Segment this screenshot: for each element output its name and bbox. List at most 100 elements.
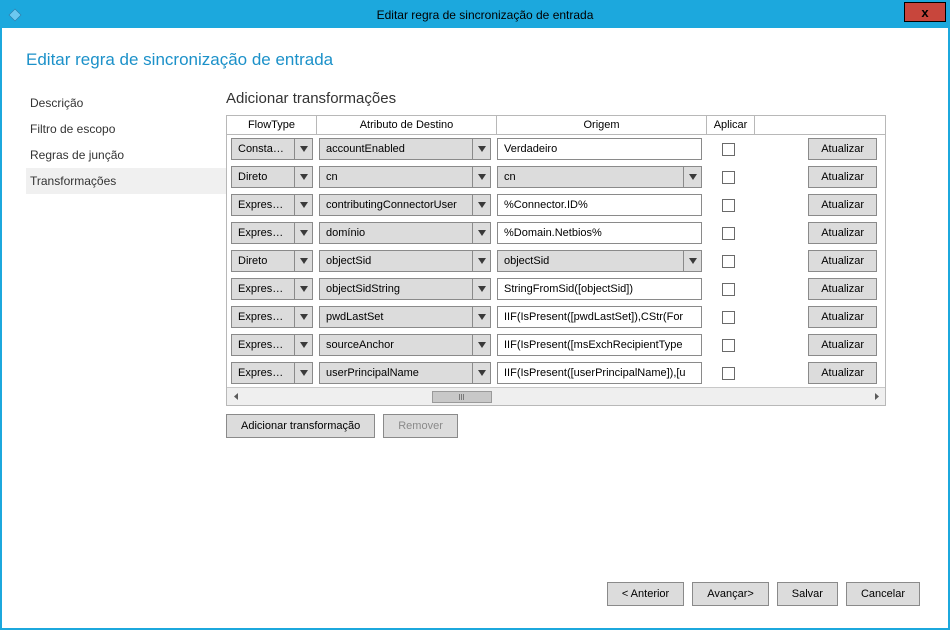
scroll-track[interactable] [245, 388, 867, 405]
table-row: Expressão pwdLastSet IIF(IsPresent([pwdLas… [227, 303, 885, 331]
horizontal-scrollbar[interactable] [227, 387, 885, 405]
update-button[interactable]: Atualizar [808, 166, 877, 188]
attribute-select[interactable]: accountEnabled [319, 138, 491, 160]
attribute-select[interactable]: contributingConnectorUser [319, 194, 491, 216]
update-button[interactable]: Atualizar [808, 334, 877, 356]
scroll-left-arrow[interactable] [227, 388, 245, 405]
grid-body: Constante accountEnabled Verdadeiro Atualiz… [227, 135, 885, 387]
flowtype-value: Direto [232, 171, 294, 183]
apply-checkbox[interactable] [722, 227, 735, 240]
attribute-value: objectSid [320, 255, 472, 267]
table-row: Direto objectSid objectSid Atualizar [227, 247, 885, 275]
action-cell: Atualizar [754, 138, 881, 160]
apply-checkbox-wrap [708, 227, 748, 240]
origin-select[interactable]: objectSid [497, 250, 702, 272]
apply-checkbox[interactable] [722, 171, 735, 184]
action-cell: Atualizar [754, 278, 881, 300]
origin-input[interactable]: Verdadeiro [497, 138, 702, 160]
sidebar-item-join-rules[interactable]: Regras de junção [26, 142, 226, 168]
update-button[interactable]: Atualizar [808, 138, 877, 160]
flowtype-select[interactable]: Expressão [231, 334, 313, 356]
close-icon: x [921, 5, 928, 20]
attribute-select[interactable]: pwdLastSet [319, 306, 491, 328]
chevron-down-icon [294, 139, 312, 159]
flowtype-select[interactable]: Expressão [231, 306, 313, 328]
flowtype-value: Expressão [232, 367, 294, 379]
previous-button[interactable]: < Anterior [607, 582, 684, 606]
flowtype-value: Expressão [232, 339, 294, 351]
sidebar-item-transformations[interactable]: Transformações [26, 168, 226, 194]
col-attribute: Atributo de Destino [317, 116, 497, 134]
section-title: Adicionar transformações [226, 90, 924, 107]
col-action [755, 116, 885, 134]
flowtype-select[interactable]: Expressão [231, 194, 313, 216]
apply-checkbox[interactable] [722, 143, 735, 156]
apply-checkbox[interactable] [722, 199, 735, 212]
attribute-select[interactable]: sourceAnchor [319, 334, 491, 356]
chevron-down-icon [294, 279, 312, 299]
action-cell: Atualizar [754, 194, 881, 216]
attribute-select[interactable]: domínio [319, 222, 491, 244]
update-button[interactable]: Atualizar [808, 278, 877, 300]
sidebar: Descrição Filtro de escopo Regras de jun… [26, 90, 226, 438]
apply-checkbox[interactable] [722, 367, 735, 380]
flowtype-select[interactable]: Direto [231, 250, 313, 272]
origin-input[interactable]: IIF(IsPresent([userPrincipalName]),[u [497, 362, 702, 384]
action-cell: Atualizar [754, 334, 881, 356]
flowtype-select[interactable]: Expressão [231, 222, 313, 244]
table-row: Expressão objectSidString StringFromSid([o… [227, 275, 885, 303]
origin-input[interactable]: IIF(IsPresent([msExchRecipientType [497, 334, 702, 356]
sidebar-item-description[interactable]: Descrição [26, 90, 226, 116]
origin-input[interactable]: IIF(IsPresent([pwdLastSet]),CStr(For [497, 306, 702, 328]
attribute-select[interactable]: userPrincipalName [319, 362, 491, 384]
scroll-thumb[interactable] [432, 391, 492, 403]
scroll-right-arrow[interactable] [867, 388, 885, 405]
origin-input[interactable]: %Domain.Netbios% [497, 222, 702, 244]
action-cell: Atualizar [754, 362, 881, 384]
flowtype-select[interactable]: Constante [231, 138, 313, 160]
attribute-value: sourceAnchor [320, 339, 472, 351]
next-button[interactable]: Avançar> [692, 582, 769, 606]
chevron-down-icon [472, 139, 490, 159]
chevron-down-icon [294, 363, 312, 383]
origin-value: objectSid [498, 255, 683, 267]
attribute-value: pwdLastSet [320, 311, 472, 323]
chevron-down-icon [294, 223, 312, 243]
origin-input[interactable]: %Connector.ID% [497, 194, 702, 216]
add-transformation-button[interactable]: Adicionar transformação [226, 414, 375, 438]
origin-select[interactable]: cn [497, 166, 702, 188]
cancel-button[interactable]: Cancelar [846, 582, 920, 606]
flowtype-value: Direto [232, 255, 294, 267]
origin-input[interactable]: StringFromSid([objectSid]) [497, 278, 702, 300]
update-button[interactable]: Atualizar [808, 250, 877, 272]
close-button[interactable]: x [904, 2, 946, 22]
update-button[interactable]: Atualizar [808, 362, 877, 384]
remove-button[interactable]: Remover [383, 414, 458, 438]
attribute-select[interactable]: objectSid [319, 250, 491, 272]
attribute-select[interactable]: objectSidString [319, 278, 491, 300]
main-panel: Adicionar transformações FlowType Atribu… [226, 90, 924, 438]
grid-header: FlowType Atributo de Destino Origem Apli… [227, 116, 885, 135]
apply-checkbox-wrap [708, 171, 748, 184]
col-flowtype: FlowType [227, 116, 317, 134]
attribute-select[interactable]: cn [319, 166, 491, 188]
apply-checkbox[interactable] [722, 283, 735, 296]
flowtype-select[interactable]: Expressão [231, 278, 313, 300]
window: Editar regra de sincronização de entrada… [0, 0, 950, 630]
flowtype-select[interactable]: Expressão [231, 362, 313, 384]
update-button[interactable]: Atualizar [808, 306, 877, 328]
attribute-value: accountEnabled [320, 143, 472, 155]
apply-checkbox-wrap [708, 339, 748, 352]
sidebar-item-scope-filter[interactable]: Filtro de escopo [26, 116, 226, 142]
flowtype-select[interactable]: Direto [231, 166, 313, 188]
apply-checkbox[interactable] [722, 255, 735, 268]
update-button[interactable]: Atualizar [808, 222, 877, 244]
chevron-down-icon [294, 167, 312, 187]
attribute-value: objectSidString [320, 283, 472, 295]
attribute-value: domínio [320, 227, 472, 239]
update-button[interactable]: Atualizar [808, 194, 877, 216]
flowtype-value: Expressão [232, 283, 294, 295]
save-button[interactable]: Salvar [777, 582, 838, 606]
apply-checkbox[interactable] [722, 339, 735, 352]
apply-checkbox[interactable] [722, 311, 735, 324]
